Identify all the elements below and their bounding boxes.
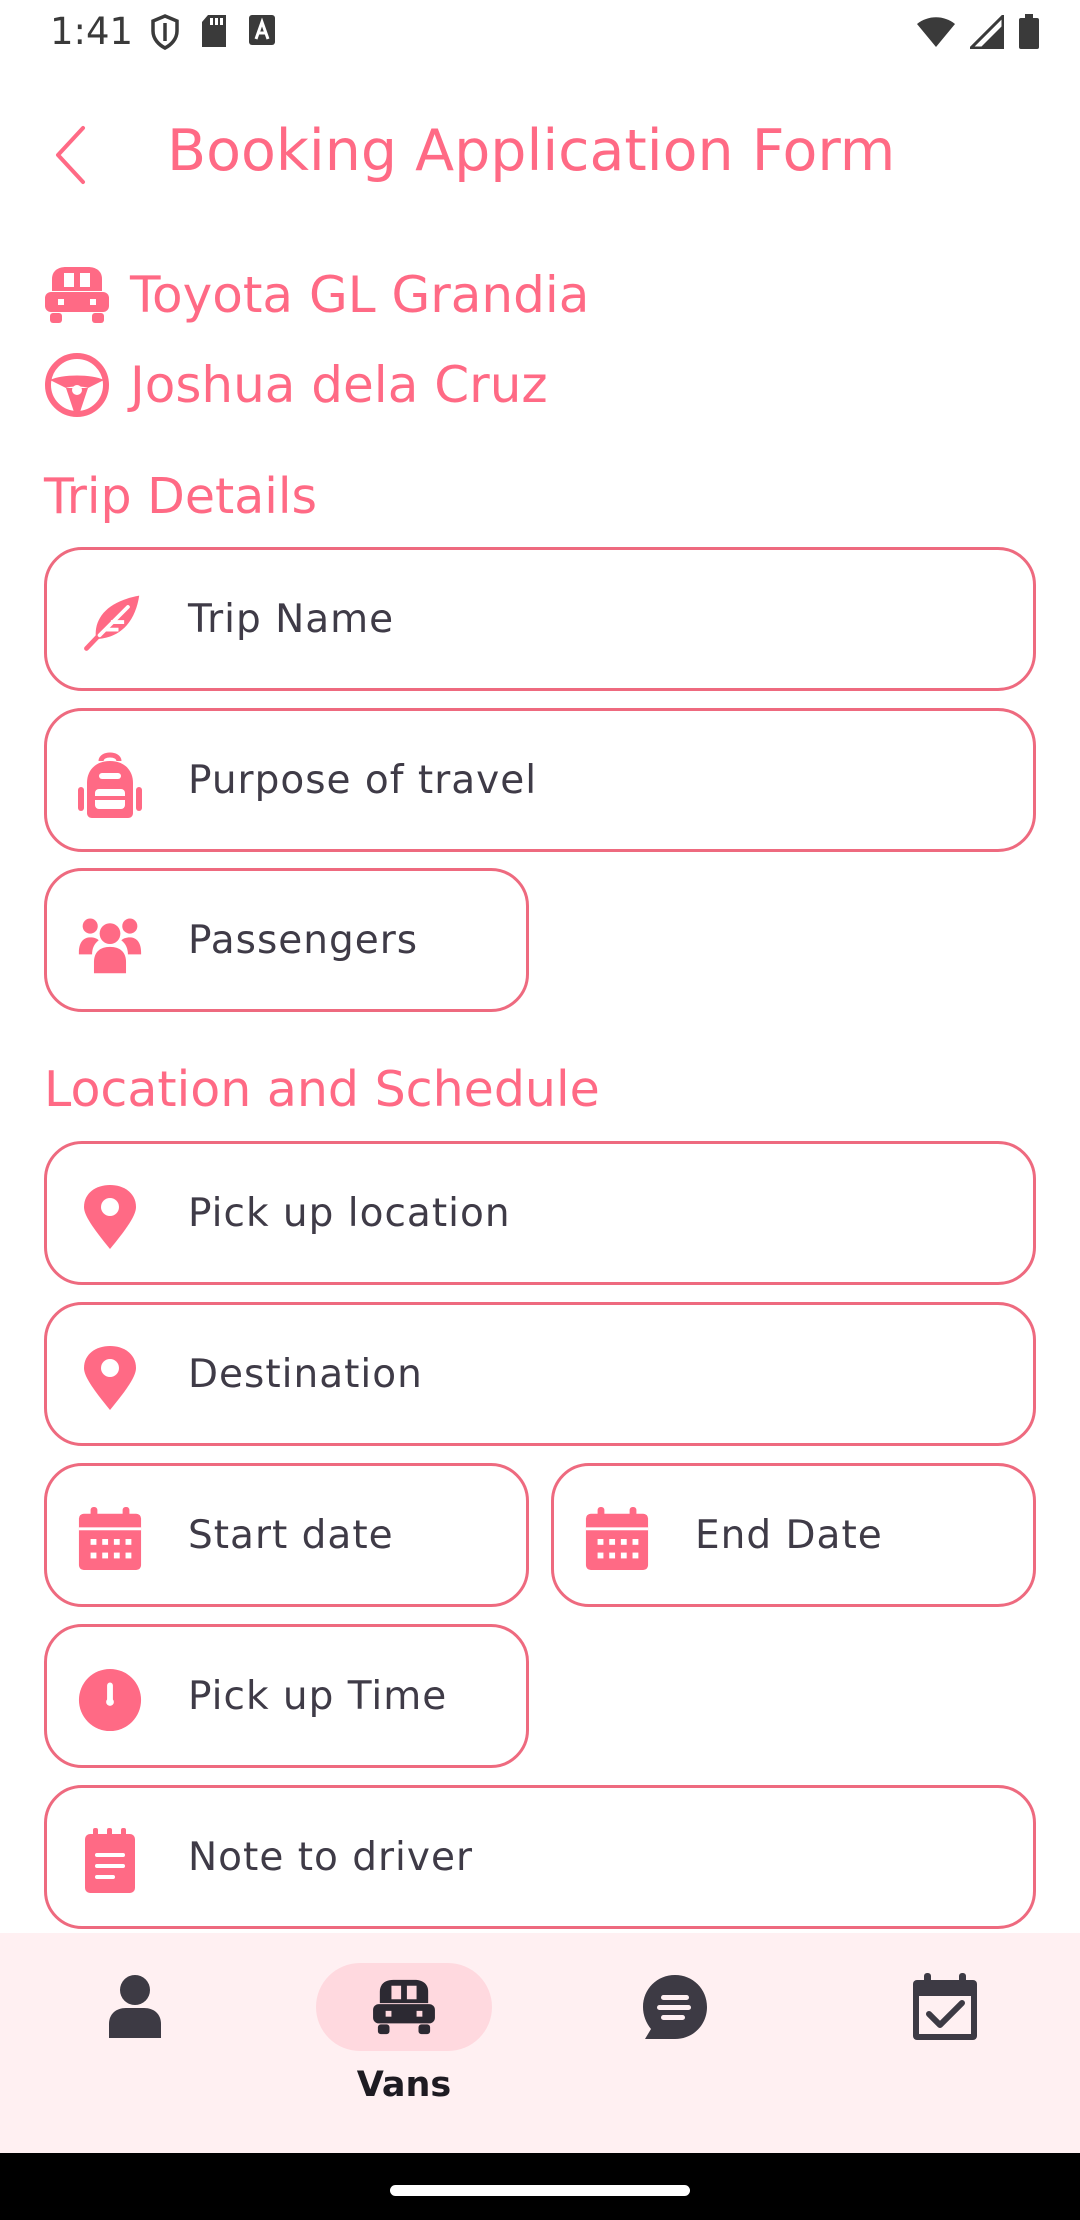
wifi-icon [917,17,955,47]
chevron-left-icon [56,126,85,184]
driver-name: Joshua dela Cruz [130,356,548,414]
pickup-location-input[interactable]: Pick up location [44,1141,1036,1285]
gesture-bar [0,2153,1080,2220]
vehicle-name: Toyota GL Grandia [130,266,590,324]
note-to-driver-input[interactable]: Note to driver [44,1785,1036,1929]
note-to-driver-placeholder: Note to driver [188,1834,474,1880]
pickup-location-placeholder: Pick up location [188,1190,511,1236]
section-title-trip-details: Trip Details [44,468,318,525]
sd-card-icon [202,15,226,47]
calendar-icon [584,1506,650,1572]
nav-item-vans[interactable]: Vans [304,1963,504,2123]
driver-info: Joshua dela Cruz [44,352,548,418]
nav-item-messages[interactable] [575,1963,775,2123]
location-pin-icon [77,1184,143,1250]
trip-name-input[interactable]: Trip Name [44,547,1036,691]
status-bar: 1:41 [0,0,1080,66]
section-title-location-schedule: Location and Schedule [44,1061,600,1118]
notepad-icon [77,1828,143,1894]
end-date-input[interactable]: End Date [551,1463,1036,1607]
location-pin-icon [77,1345,143,1411]
nav-label-vans: Vans [356,2065,452,2105]
end-date-placeholder: End Date [695,1512,883,1558]
home-indicator[interactable] [390,2185,690,2196]
start-date-placeholder: Start date [188,1512,394,1558]
pickup-time-input[interactable]: Pick up Time [44,1624,529,1768]
bottom-navigation: Vans [0,1933,1080,2153]
nav-item-bookings[interactable] [845,1963,1045,2123]
pickup-time-placeholder: Pick up Time [188,1673,448,1719]
calendar-icon [77,1506,143,1572]
van-icon [45,267,109,323]
calendar-check-icon [913,1973,977,2040]
destination-placeholder: Destination [188,1351,423,1397]
backpack-icon [77,751,143,818]
signal-icon [970,15,1004,49]
feather-icon [77,590,143,656]
nav-item-profile[interactable] [35,1963,235,2123]
van-icon [373,1979,435,2035]
trip-name-placeholder: Trip Name [188,596,395,642]
page-title: Booking Application Form [167,118,896,184]
person-icon [109,1975,161,2038]
passengers-placeholder: Passengers [188,917,419,963]
vehicle-info: Toyota GL Grandia [44,265,589,325]
chat-icon [643,1975,707,2039]
purpose-placeholder: Purpose of travel [188,757,538,803]
steering-wheel-icon [45,353,109,417]
passengers-input[interactable]: Passengers [44,868,529,1012]
back-button[interactable] [40,120,100,190]
battery-icon [1019,14,1039,49]
people-icon [77,911,143,977]
purpose-input[interactable]: Purpose of travel [44,708,1036,852]
keyboard-a-icon [249,15,275,45]
clock-icon [77,1667,143,1733]
start-date-input[interactable]: Start date [44,1463,529,1607]
nav-active-indicator [316,1963,492,2051]
destination-input[interactable]: Destination [44,1302,1036,1446]
status-time: 1:41 [50,10,134,53]
shield-icon [151,14,179,50]
